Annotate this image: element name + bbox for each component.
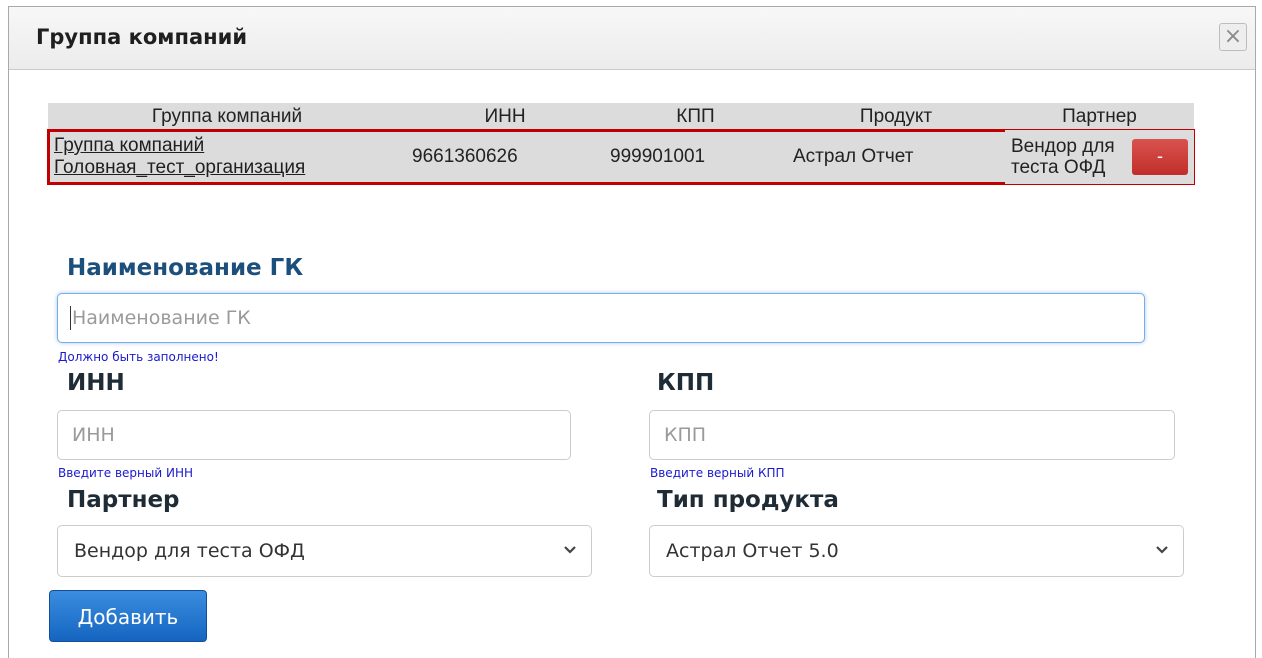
inn-input[interactable]: ИНН xyxy=(57,410,571,460)
name-label: Наименование ГК xyxy=(67,255,304,281)
kpp-hint: Введите верный КПП xyxy=(650,466,785,480)
inn-label: ИНН xyxy=(67,370,125,396)
header-partner: Партнер xyxy=(1005,103,1194,130)
table-header-row: Группа компаний ИНН КПП Продукт Партнер xyxy=(48,103,1194,130)
name-input[interactable]: Наименование ГК xyxy=(57,293,1145,343)
product-cell: Астрал Отчет xyxy=(787,130,1005,184)
kpp-label: КПП xyxy=(657,370,715,396)
kpp-cell: 999901001 xyxy=(604,130,787,184)
partner-cell: Вендор для теста ОФД - xyxy=(1005,130,1194,184)
product-type-select[interactable]: Астрал Отчет 5.0 xyxy=(649,525,1184,577)
dialog-title: Группа компаний xyxy=(36,25,248,49)
inn-placeholder: ИНН xyxy=(72,424,115,446)
inn-cell: 9661360626 xyxy=(406,130,604,184)
company-group-link-line2[interactable]: Головная_тест_организация xyxy=(54,157,400,179)
kpp-input[interactable]: КПП xyxy=(649,410,1175,460)
add-button[interactable]: Добавить xyxy=(49,590,207,642)
header-product: Продукт xyxy=(787,103,1005,130)
company-group-cell: Группа компаний Головная_тест_организаци… xyxy=(48,130,406,184)
close-button[interactable]: × xyxy=(1219,23,1247,51)
name-placeholder: Наименование ГК xyxy=(72,307,251,329)
dialog-titlebar: Группа компаний × xyxy=(9,7,1255,70)
header-kpp: КПП xyxy=(604,103,787,130)
name-hint: Должно быть заполнено! xyxy=(58,350,219,364)
inn-hint: Введите верный ИНН xyxy=(58,466,193,480)
product-type-label: Тип продукта xyxy=(657,487,839,513)
text-caret xyxy=(70,306,71,330)
partner-label: Партнер xyxy=(67,487,180,513)
kpp-placeholder: КПП xyxy=(664,424,707,446)
header-inn: ИНН xyxy=(406,103,604,130)
close-icon: × xyxy=(1223,24,1243,49)
chevron-down-icon xyxy=(1156,546,1168,554)
company-group-link-line1[interactable]: Группа компаний xyxy=(54,135,400,157)
table-row: Группа компаний Головная_тест_организаци… xyxy=(47,129,1195,185)
header-company-group: Группа компаний xyxy=(48,103,406,130)
remove-row-button[interactable]: - xyxy=(1132,139,1188,175)
chevron-down-icon xyxy=(564,546,576,554)
company-groups-table: Группа компаний ИНН КПП Продукт Партнер … xyxy=(47,103,1195,185)
partner-selected-value: Вендор для теста ОФД xyxy=(74,540,305,562)
partner-select[interactable]: Вендор для теста ОФД xyxy=(57,525,592,577)
product-type-selected-value: Астрал Отчет 5.0 xyxy=(666,540,839,562)
